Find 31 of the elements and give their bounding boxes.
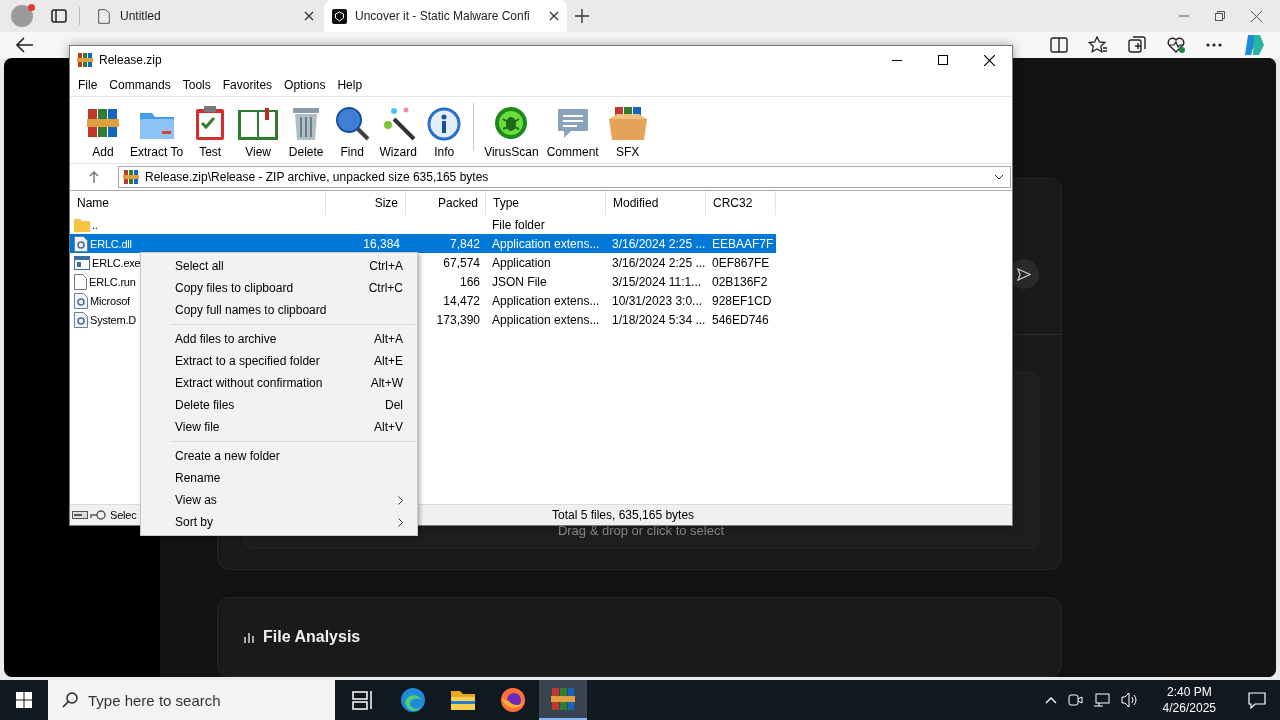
table-cell-text: 02B136F2 bbox=[711, 273, 769, 291]
table-cell-text: 0EF867FE bbox=[711, 254, 771, 272]
table-cell: EEBAAF7F bbox=[706, 234, 776, 253]
status-text: Selec bbox=[110, 509, 137, 521]
table-cell-text: Application extens... bbox=[491, 292, 601, 310]
table-cell-text: 3/16/2024 2:25 ... bbox=[611, 254, 706, 272]
file-name: ERLC.run bbox=[89, 275, 136, 288]
table-cell: 3/16/2024 2:25 ... bbox=[606, 234, 706, 253]
table-cell-text: Application extens... bbox=[491, 311, 601, 329]
window-title: Release.zip bbox=[99, 53, 162, 67]
table-cell-text: File folder bbox=[491, 216, 546, 234]
table-cell-text: 173,390 bbox=[435, 311, 481, 329]
table-cell-text: JSON File bbox=[491, 273, 548, 291]
table-cell-text: 546ED746 bbox=[711, 311, 770, 329]
table-cell-text: 67,574 bbox=[442, 254, 481, 272]
file-name: .. bbox=[92, 218, 98, 231]
status-text: Total 5 files, 635,165 bytes bbox=[552, 508, 696, 522]
section-title: File Analysis bbox=[263, 628, 361, 646]
table-cell-text: 928EF1CD bbox=[711, 292, 773, 310]
file-name: ERLC.exe bbox=[92, 256, 141, 269]
table-cell: Application extens... bbox=[486, 234, 606, 253]
file-name: System.D bbox=[90, 313, 137, 326]
table-cell-text: Application bbox=[491, 254, 552, 272]
table-cell: 7,842 bbox=[406, 234, 486, 253]
table-cell-text: 10/31/2023 3:0... bbox=[611, 292, 704, 310]
file-name: ERLC.dll bbox=[90, 237, 132, 250]
table-cell-text: 14,472 bbox=[442, 292, 481, 310]
table-cell-text: 1/18/2024 5:34 ... bbox=[611, 311, 706, 329]
file-name: Microsof bbox=[90, 294, 130, 307]
table-cell-text: 166 bbox=[458, 273, 481, 291]
table-cell-text: 3/15/2024 11:1... bbox=[611, 273, 703, 291]
